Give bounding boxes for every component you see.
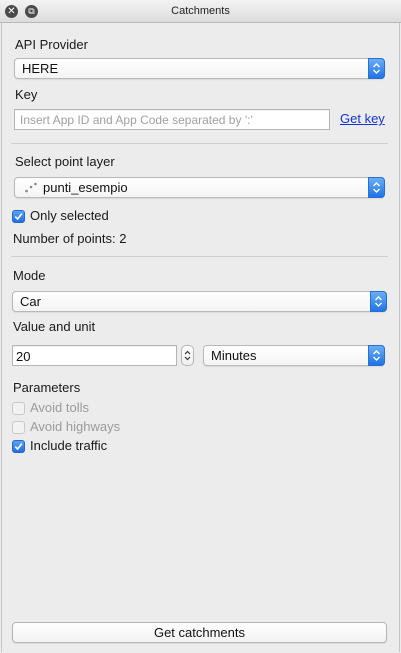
- mode-value: Car: [20, 294, 41, 309]
- avoid-tolls-label: Avoid tolls: [30, 400, 90, 415]
- avoid-tolls-checkbox[interactable]: [12, 402, 25, 415]
- checkmark-icon: [14, 213, 23, 221]
- chevron-updown-icon: [368, 345, 385, 366]
- chevron-updown-icon: [368, 58, 385, 79]
- point-layer-label: Select point layer: [15, 154, 115, 169]
- parameters-label: Parameters: [13, 380, 81, 395]
- get-catchments-button[interactable]: Get catchments: [12, 622, 387, 643]
- include-traffic-label: Include traffic: [30, 438, 108, 453]
- window-titlebar: ✕ ⧉ Catchments: [0, 0, 401, 23]
- chevron-updown-icon: [368, 177, 385, 198]
- key-label: Key: [15, 87, 38, 102]
- api-provider-value: HERE: [22, 61, 59, 76]
- key-input-placeholder: Insert App ID and App Code separated by …: [20, 113, 253, 127]
- only-selected-label: Only selected: [30, 208, 109, 223]
- value-unit-label: Value and unit: [13, 319, 96, 334]
- api-provider-label: API Provider: [15, 37, 88, 52]
- point-layer-select[interactable]: punti_esempio: [14, 177, 385, 198]
- avoid-highways-label: Avoid highways: [30, 419, 121, 434]
- value-stepper[interactable]: [181, 345, 194, 366]
- point-layer-value: punti_esempio: [43, 180, 128, 195]
- unit-select[interactable]: Minutes: [203, 345, 385, 366]
- avoid-highways-checkbox[interactable]: [12, 421, 25, 434]
- mode-label: Mode: [13, 268, 46, 283]
- only-selected-checkbox[interactable]: [12, 210, 25, 223]
- value-input-text: 20: [16, 349, 31, 364]
- stepper-arrows-icon: [184, 350, 191, 361]
- api-provider-select[interactable]: HERE: [14, 58, 385, 79]
- get-catchments-label: Get catchments: [153, 625, 246, 640]
- separator: [11, 143, 388, 144]
- get-key-link[interactable]: Get key: [340, 111, 385, 126]
- key-input[interactable]: Insert App ID and App Code separated by …: [14, 109, 330, 130]
- include-traffic-checkbox[interactable]: [12, 440, 25, 453]
- value-input[interactable]: 20: [12, 345, 177, 366]
- unit-value: Minutes: [211, 348, 257, 363]
- mode-select[interactable]: Car: [12, 291, 387, 312]
- point-layer-icon: [25, 182, 37, 193]
- separator: [11, 256, 388, 257]
- checkmark-icon: [14, 443, 23, 451]
- chevron-updown-icon: [370, 291, 387, 312]
- window-title: Catchments: [171, 5, 230, 17]
- number-of-points-text: Number of points: 2: [13, 231, 127, 246]
